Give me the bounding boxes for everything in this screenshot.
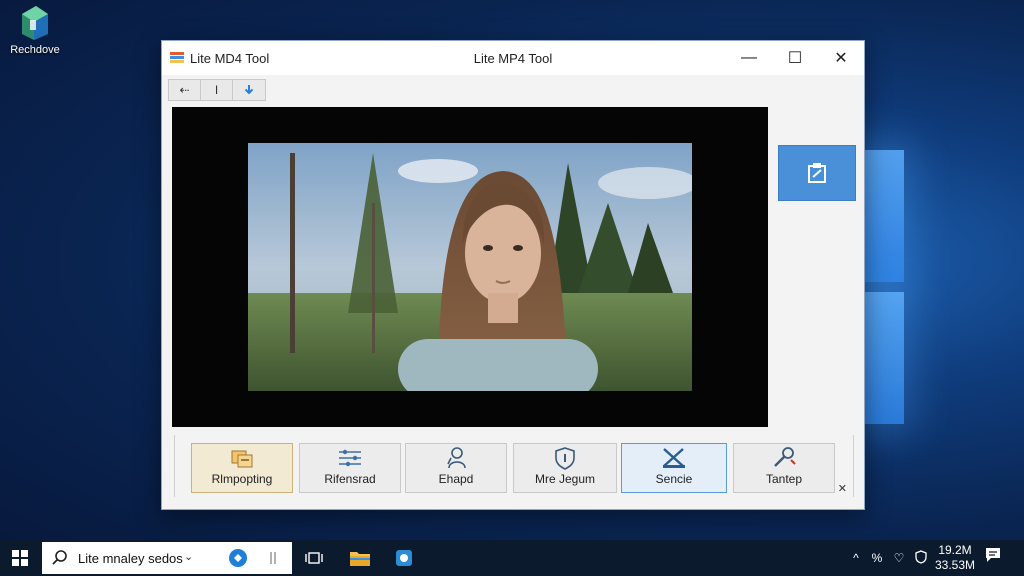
notification-icon [986,548,1000,562]
microphone-icon[interactable] [268,550,278,571]
app-window: Lite MD4 Tool Lite MP4 Tool — ☐ ✕ ⇠ I Rl… [161,40,865,510]
taskbar-search[interactable]: Lite mnaley sedos ⌄ [42,542,292,574]
action-label-3: Ehapd [438,472,474,486]
taskbar: Lite mnaley sedos ⌄ ^ % ♡ 19.2M 33.53M [0,540,1024,576]
chevron-down-icon[interactable]: ⌄ [184,550,193,563]
minimize-button[interactable]: — [726,41,772,75]
action-button-4[interactable]: Mre Jegum [513,443,617,493]
shield-icon [555,447,575,470]
toolbar: ⇠ I [168,79,266,101]
video-player[interactable] [172,107,768,427]
action-label-1: Rlmpopting [211,472,273,486]
person-icon [447,447,466,469]
corner-close-icon[interactable]: ✕ [838,482,847,495]
tray-expand-icon[interactable]: ^ [846,551,866,565]
shield-tray-icon[interactable] [910,549,932,567]
action-label-4: Mre Jegum [534,472,596,486]
download-arrow-icon [244,85,254,95]
action-label-6: Tantep [765,472,803,486]
folder-stack-icon [231,450,253,468]
clock-date: 33.53M [934,558,976,572]
action-button-3[interactable]: Ehapd [405,443,507,493]
action-button-5[interactable]: Sencie [621,443,727,493]
download-button[interactable] [233,80,265,100]
volume-icon[interactable]: ♡ [888,551,910,565]
maximize-button[interactable]: ☐ [772,41,818,75]
action-label-2: Rifensrad [324,472,376,486]
close-button[interactable]: ✕ [818,41,864,75]
task-view-icon [305,552,323,564]
clipboard-button[interactable] [778,145,856,201]
app-icon [170,51,184,65]
file-explorer-taskbar-button[interactable] [340,540,380,576]
search-icon [52,550,68,571]
search-text: Lite mnaley sedos [78,551,183,566]
app-taskbar-button[interactable] [384,540,424,576]
task-view-button[interactable] [294,540,334,576]
start-button[interactable] [0,540,40,576]
system-tray: ^ % ♡ [846,540,932,576]
notification-button[interactable] [984,546,1002,569]
desktop-icon[interactable]: Rechdove [8,4,62,56]
video-frame [248,143,692,391]
action-button-6[interactable]: Tantep [733,443,835,493]
taskbar-clock[interactable]: 19.2M 33.53M [930,543,980,573]
folder-icon [350,552,370,566]
clipboard-icon [808,163,826,183]
recycle-bin-icon [18,4,52,40]
cursor-button[interactable]: I [201,80,233,100]
tool-icon [774,447,796,467]
window-title-left: Lite MD4 Tool [190,51,270,66]
action-bar: Rlmpopting Rifensrad Ehapd Mre Jegum Sen… [174,435,854,497]
clock-time: 19.2M [938,543,972,557]
windows-logo-backdrop [856,150,916,430]
windows-start-icon [12,550,28,566]
network-icon[interactable]: % [866,551,888,565]
desktop-icon-label: Rechdove [10,44,60,56]
sliders-icon [339,449,361,467]
action-button-1[interactable]: Rlmpopting [191,443,293,493]
title-bar[interactable]: Lite MD4 Tool Lite MP4 Tool — ☐ ✕ [162,41,864,75]
action-label-5: Sencie [655,472,693,486]
action-button-2[interactable]: Rifensrad [299,443,401,493]
cortana-icon[interactable] [228,548,248,573]
back-button[interactable]: ⇠ [169,80,201,100]
scissors-icon [663,448,685,468]
app-store-icon [396,550,412,566]
